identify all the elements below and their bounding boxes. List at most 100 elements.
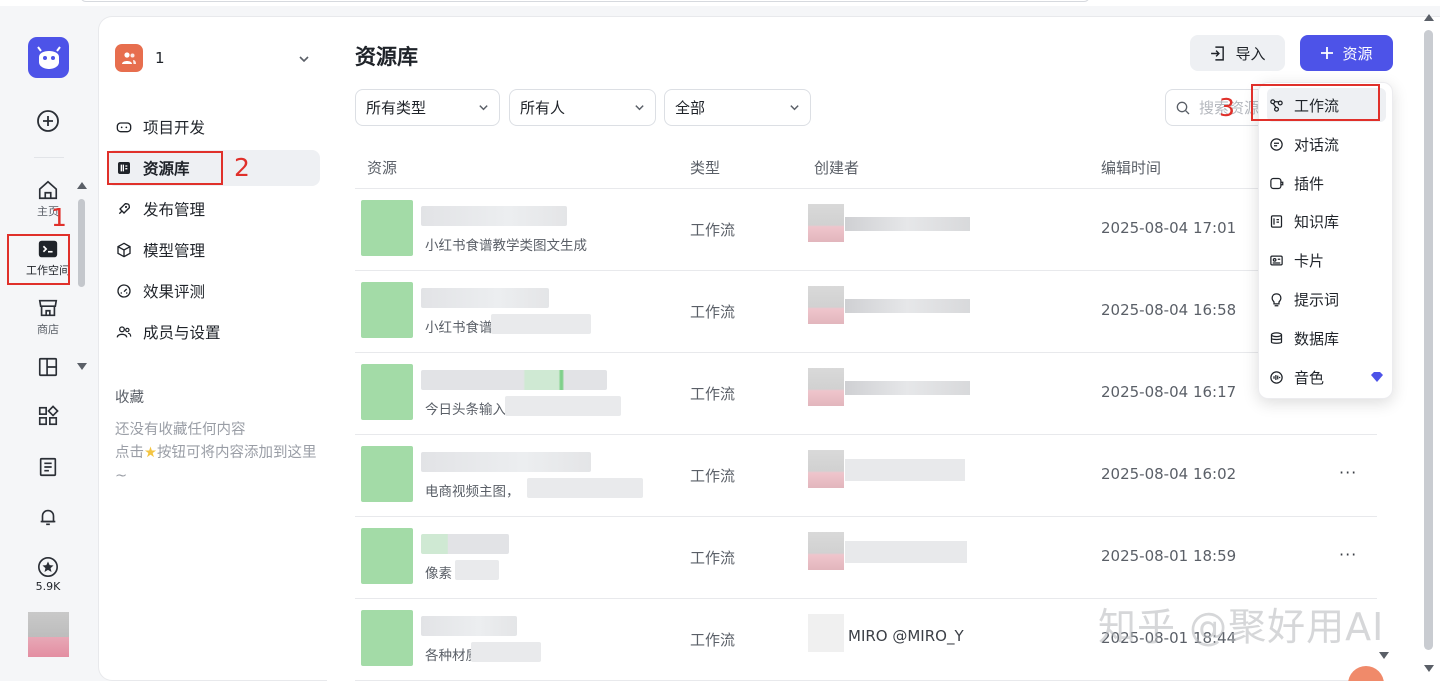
rail-scroll-up-icon[interactable] (77, 182, 87, 189)
rail-label-store: 商店 (37, 323, 59, 336)
sidebar-item-label: 模型管理 (143, 242, 206, 260)
store-icon (38, 299, 58, 317)
more-options-icon[interactable]: ··· (1339, 463, 1357, 482)
menu-item-chatflow[interactable]: 对话流 (1267, 127, 1386, 161)
menu-item-label: 提示词 (1294, 290, 1340, 309)
rail-item-notifications[interactable] (27, 506, 69, 528)
rail-item-store[interactable]: 商店 (27, 297, 69, 337)
resource-thumbnail (361, 528, 413, 584)
resource-thumbnail (361, 200, 413, 256)
rail-item-star[interactable]: 5.9K (27, 556, 69, 593)
resource-thumbnail (361, 364, 413, 420)
menu-item-plugin[interactable]: 插件 (1267, 166, 1386, 200)
rail-scrollbar[interactable] (78, 199, 85, 287)
rail-item-apps[interactable] (27, 405, 69, 427)
resource-name-redacted (421, 206, 567, 226)
menu-item-database[interactable]: 数据库 (1267, 321, 1386, 355)
annotation-box-1 (7, 234, 70, 285)
sidebar-item-publish[interactable]: 发布管理 (107, 191, 320, 227)
annotation-box-3 (1251, 84, 1380, 121)
creator-avatar (808, 368, 844, 406)
plugin-icon (1270, 177, 1284, 189)
menu-item-label: 卡片 (1294, 251, 1325, 270)
sidebar-item-label: 发布管理 (143, 201, 206, 219)
table-row[interactable]: 小红书食谱教学类图文生成 工作流 2025-08-04 17:01 (355, 189, 1377, 271)
knowledge-icon (1270, 214, 1283, 228)
creator-avatar (808, 286, 844, 324)
star-icon (38, 557, 58, 577)
user-avatar[interactable] (28, 612, 69, 657)
sidebar-item-label: 项目开发 (143, 119, 206, 137)
resource-desc: 今日头条输入 (425, 402, 506, 418)
table-row[interactable]: 像素 工作流 2025-08-01 18:59 ··· (355, 517, 1377, 599)
plus-icon (1321, 47, 1334, 59)
rail-item-layout[interactable] (27, 356, 69, 378)
creator-avatar (808, 532, 844, 570)
creator-name-redacted (845, 381, 970, 395)
col-creator: 创建者 (814, 159, 860, 177)
menu-item-knowledge[interactable]: 知识库 (1267, 204, 1386, 238)
menu-item-prompt[interactable]: 提示词 (1267, 282, 1386, 316)
page-scroll-down-icon[interactable] (1424, 665, 1434, 672)
page-scroll-up-icon[interactable] (1424, 14, 1434, 21)
page-scrollbar[interactable] (1424, 30, 1433, 650)
team-avatar (115, 44, 143, 72)
edited-time: 2025-08-04 16:17 (1101, 383, 1237, 401)
premium-diamond-icon (1371, 372, 1383, 382)
resource-desc-redacted (505, 396, 621, 416)
caret-down-icon[interactable] (1379, 652, 1389, 659)
sidebar-item-evaluation[interactable]: 效果评测 (107, 273, 320, 309)
team-switcher[interactable]: 1 (115, 44, 165, 72)
watermark: 知乎 @聚好用AI (1098, 605, 1385, 649)
team-people-icon (122, 52, 136, 64)
filter-type[interactable]: 所有类型 (355, 89, 500, 126)
resource-desc: 电商视频主图， (425, 484, 520, 500)
creator-name-redacted (845, 459, 965, 481)
filter-owner[interactable]: 所有人 (509, 89, 656, 126)
app-logo[interactable] (28, 37, 69, 78)
import-label: 导入 (1235, 44, 1266, 63)
add-resource-button[interactable]: 资源 (1300, 35, 1393, 71)
edited-time: 2025-08-04 16:58 (1101, 301, 1237, 319)
url-bar[interactable] (80, 0, 1090, 2)
resource-desc: 像素 (425, 566, 452, 582)
table-row[interactable]: 今日头条输入 工作流 2025-08-04 16:17 (355, 353, 1377, 435)
table-row[interactable]: 电商视频主图， 工作流 2025-08-04 16:02 ··· (355, 435, 1377, 517)
chevron-down-icon[interactable] (298, 53, 310, 65)
sidebar-item-members[interactable]: 成员与设置 (107, 314, 320, 350)
resource-type: 工作流 (690, 221, 736, 239)
search-icon (1176, 101, 1190, 114)
import-button[interactable]: 导入 (1190, 35, 1285, 71)
menu-item-card[interactable]: 卡片 (1267, 243, 1386, 277)
resource-thumbnail (361, 610, 413, 666)
rail-item-docs[interactable] (27, 456, 69, 478)
logo-icon (36, 45, 61, 69)
resource-name-redacted (421, 534, 509, 554)
filter-status[interactable]: 全部 (664, 89, 811, 126)
menu-item-label: 数据库 (1294, 329, 1340, 348)
annotation-number-3: 3 (1219, 93, 1235, 122)
star-count: 5.9K (35, 580, 61, 593)
annotation-number-1: 1 (51, 203, 67, 232)
col-type: 类型 (690, 159, 721, 177)
menu-item-label: 插件 (1294, 174, 1325, 193)
table-row[interactable]: 小红书食谱 工作流 2025-08-04 16:58 (355, 271, 1377, 353)
sidebar-item-project-dev[interactable]: 项目开发 (107, 109, 320, 145)
rail-divider (34, 157, 64, 158)
members-icon (116, 326, 132, 338)
star-emoji-icon: ★ (144, 445, 157, 461)
menu-item-voice[interactable]: 音色 (1267, 360, 1386, 394)
add-resource-label: 资源 (1342, 44, 1373, 63)
more-options-icon[interactable]: ··· (1339, 545, 1357, 564)
resource-desc-redacted (527, 478, 643, 498)
browser-top-strip (0, 0, 1440, 6)
create-button[interactable] (27, 109, 69, 133)
chatflow-icon (1270, 137, 1283, 151)
sidebar-item-models[interactable]: 模型管理 (107, 232, 320, 268)
resource-desc: 小红书食谱教学类图文生成 (425, 238, 587, 254)
resource-name-redacted (421, 452, 591, 472)
filter-status-value: 全部 (675, 99, 706, 117)
favorites-empty-text: 还没有收藏任何内容 点击★按钮可将内容添加到这里~ (115, 419, 320, 488)
prompt-icon (1271, 292, 1282, 306)
rail-scroll-down-icon[interactable] (77, 363, 87, 370)
